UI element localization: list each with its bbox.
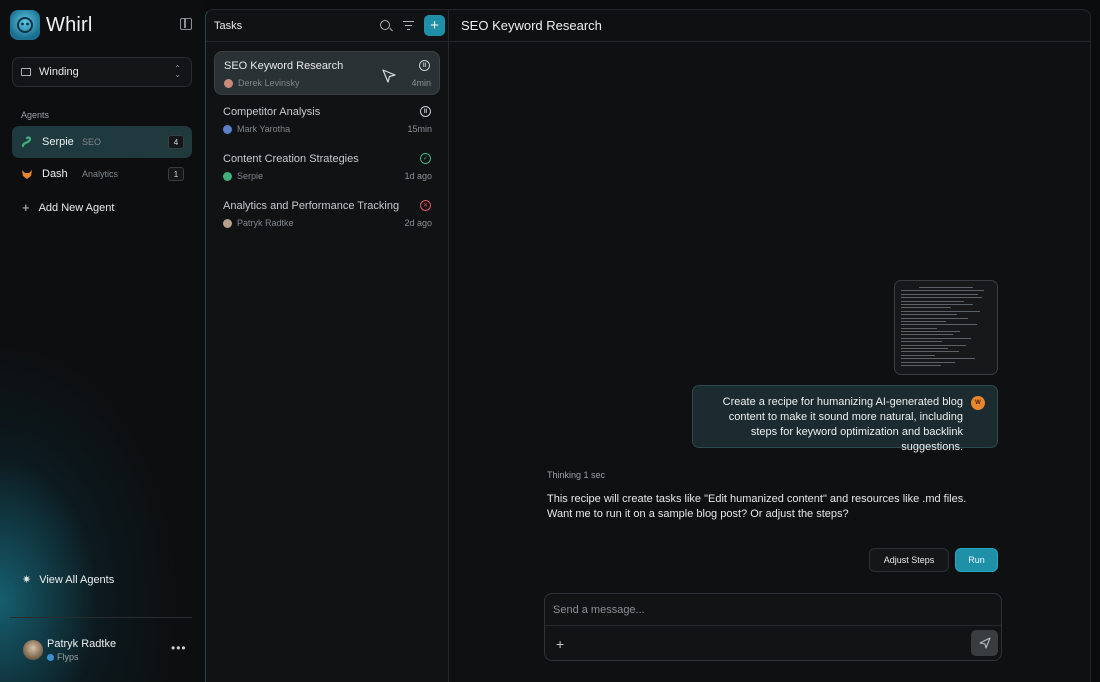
- task-title: SEO Keyword Research: [224, 60, 344, 72]
- task-title: Competitor Analysis: [223, 106, 321, 118]
- snake-icon: [223, 171, 232, 181]
- agents-heading: Agents: [21, 110, 50, 120]
- task-title: Analytics and Performance Tracking: [223, 200, 400, 212]
- agent-reply-line: Want me to run it on a sample blog post?…: [547, 508, 849, 520]
- send-button[interactable]: [971, 630, 998, 656]
- workspace-selector[interactable]: Winding ⌃ ⌄: [12, 57, 192, 87]
- sidebar-item-dash[interactable]: Dash Analytics 1: [12, 158, 192, 190]
- avatar: [23, 640, 43, 660]
- task-item-content-creation-strategies[interactable]: Content Creation Strategies Serpie 1d ag…: [214, 145, 440, 189]
- task-assignee: Mark Yarotha: [223, 124, 290, 134]
- document-attachment-thumbnail[interactable]: [894, 280, 998, 375]
- more-options-icon[interactable]: •••: [171, 641, 187, 655]
- task-assignee-name: Patryk Radtke: [237, 218, 294, 228]
- fox-icon: [20, 167, 34, 181]
- search-icon[interactable]: [380, 20, 390, 30]
- tasks-header: Tasks +: [206, 10, 448, 42]
- app-window: Whirl Winding ⌃ ⌄ Agents Serpie SEO 4 Das…: [0, 0, 1100, 682]
- message-input[interactable]: [545, 594, 1001, 626]
- task-assignee-name: Serpie: [237, 171, 264, 181]
- tasks-panel: Tasks + SEO Keyword Research Derek Levin…: [205, 9, 448, 682]
- check-status-icon: ✓: [420, 153, 431, 164]
- chat-title: SEO Keyword Research: [461, 18, 602, 33]
- task-assignee: Serpie: [223, 171, 263, 181]
- user-name: Patryk Radtke: [47, 638, 117, 650]
- thinking-indicator[interactable]: Thinking 1 sec: [547, 470, 605, 480]
- attach-plus-icon[interactable]: +: [556, 636, 564, 652]
- user-org-label: Flyps: [57, 652, 79, 662]
- avatar: [223, 124, 232, 134]
- new-task-button[interactable]: +: [424, 15, 445, 36]
- agent-name: Serpie: [42, 136, 74, 148]
- view-all-label: View All Agents: [39, 573, 115, 586]
- sidebar-item-serpie[interactable]: Serpie SEO 4: [12, 126, 192, 158]
- task-assignee-name: Mark Yarotha: [237, 124, 291, 134]
- task-assignee: Patryk Radtke: [223, 218, 294, 228]
- task-assignee-name: Derek Levinsky: [238, 78, 300, 88]
- task-item-competitor-analysis[interactable]: Competitor Analysis Mark Yarotha 15min I…: [214, 98, 440, 142]
- task-assignee: Derek Levinsky: [224, 78, 300, 88]
- user-message-text: Create a recipe for humanizing AI-genera…: [722, 396, 963, 453]
- pause-status-icon: II: [420, 106, 431, 117]
- org-icon: [47, 653, 54, 661]
- send-icon: [978, 637, 991, 649]
- task-title: Content Creation Strategies: [223, 153, 359, 165]
- avatar: [223, 218, 232, 228]
- filter-icon[interactable]: [403, 21, 414, 31]
- agent-reply: This recipe will create tasks like "Edit…: [547, 492, 967, 522]
- task-item-seo-keyword-research[interactable]: SEO Keyword Research Derek Levinsky 4min…: [214, 51, 440, 95]
- sidebar-divider: [10, 617, 192, 618]
- error-status-icon: ✕: [420, 200, 431, 211]
- folder-icon: [21, 68, 31, 76]
- task-time: 4min: [411, 78, 431, 88]
- agent-name: Dash: [42, 168, 68, 180]
- agent-tag: Analytics: [82, 169, 119, 179]
- chat-header: SEO Keyword Research: [449, 10, 1090, 42]
- user-org: Flyps: [47, 652, 116, 662]
- avatar: W: [971, 396, 985, 410]
- chevron-updown-icon: ⌃ ⌄: [174, 64, 181, 79]
- task-time: 2d ago: [404, 218, 432, 228]
- adjust-steps-button[interactable]: Adjust Steps: [869, 548, 949, 572]
- sidebar: Whirl Winding ⌃ ⌄ Agents Serpie SEO 4 Das…: [0, 0, 205, 682]
- add-agent-label: Add New Agent: [38, 201, 115, 214]
- sidebar-collapse-icon[interactable]: [180, 18, 192, 30]
- chat-panel: SEO Keyword Research Create a recipe for…: [448, 9, 1091, 682]
- add-agent-button[interactable]: + Add New Agent: [22, 200, 114, 215]
- workspace-label: Winding: [39, 66, 79, 78]
- user-message-bubble: Create a recipe for humanizing AI-genera…: [692, 385, 998, 453]
- avatar: [224, 78, 233, 88]
- pause-status-icon: II: [419, 60, 430, 71]
- task-time: 15min: [407, 124, 432, 134]
- run-button[interactable]: Run: [955, 548, 998, 572]
- agent-task-count: 1: [168, 167, 184, 181]
- view-all-agents-button[interactable]: ✷ View All Agents: [22, 573, 115, 587]
- tasks-title: Tasks: [214, 19, 243, 32]
- message-composer: +: [544, 593, 1002, 661]
- user-profile[interactable]: Patryk Radtke Flyps: [23, 638, 116, 662]
- mouse-cursor-icon: [382, 69, 396, 83]
- task-item-analytics-performance-tracking[interactable]: Analytics and Performance Tracking Patry…: [214, 192, 440, 236]
- agent-reply-line: This recipe will create tasks like "Edit…: [547, 493, 967, 505]
- task-time: 1d ago: [404, 171, 432, 181]
- brand-name: Whirl: [46, 13, 93, 36]
- agent-task-count: 4: [168, 135, 184, 149]
- brand[interactable]: Whirl: [10, 10, 93, 40]
- whirl-logo-icon: [10, 10, 40, 40]
- snake-icon: [20, 135, 34, 149]
- agent-tag: SEO: [82, 137, 102, 147]
- sparkle-icon: ✷: [22, 574, 32, 586]
- plus-icon: +: [22, 200, 30, 215]
